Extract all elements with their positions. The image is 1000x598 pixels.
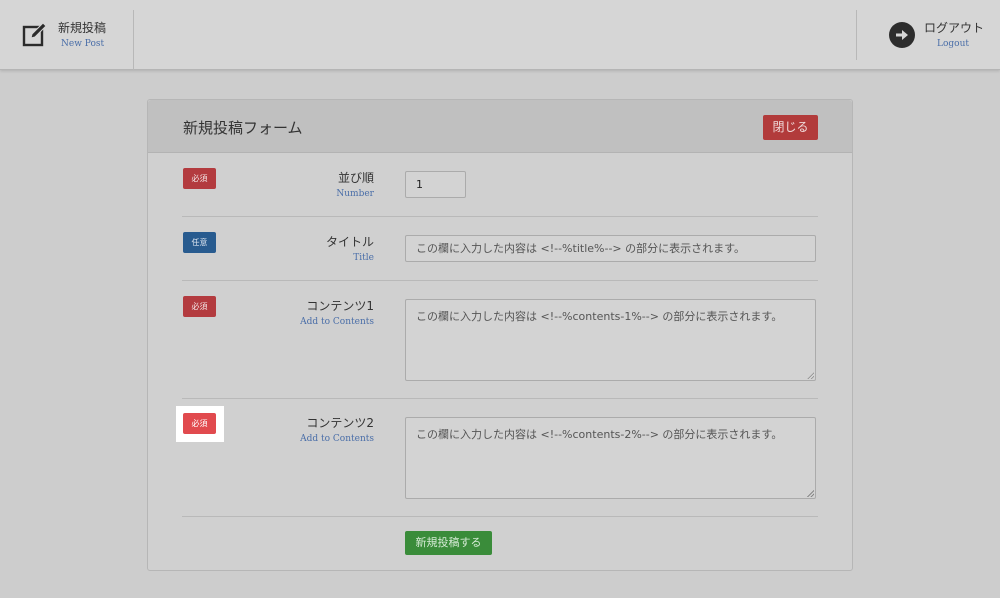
required-badge: 必須 [183, 168, 216, 189]
number-input[interactable]: 1 [405, 171, 466, 198]
field-sub-contents-2: Add to Contents [300, 434, 374, 444]
contents-1-placeholder: この欄に入力した内容は <!--%contents-1%--> の部分に表示され… [416, 310, 783, 323]
optional-badge: 任意 [183, 232, 216, 253]
divider [182, 280, 818, 281]
logout-title[interactable]: ログアウト [924, 19, 984, 36]
badge-highlight: 必須 [176, 406, 224, 442]
edit-icon [22, 22, 47, 47]
contents-1-textarea[interactable]: この欄に入力した内容は <!--%contents-1%--> の部分に表示され… [405, 299, 816, 381]
title-input[interactable]: この欄に入力した内容は <!--%title%--> の部分に表示されます。 [405, 235, 816, 262]
divider [182, 516, 818, 517]
field-label-contents-2: コンテンツ2 [306, 416, 374, 430]
divider [182, 216, 818, 217]
submit-button[interactable]: 新規投稿する [405, 531, 492, 555]
resize-handle[interactable] [807, 372, 814, 379]
arrow-right-circle-icon [889, 22, 915, 48]
field-sub-contents-1: Add to Contents [300, 317, 374, 327]
field-label-contents-1: コンテンツ1 [306, 299, 374, 313]
new-post-nav[interactable]: 新規投稿 New Post [0, 10, 134, 70]
field-label-number: 並び順 [337, 171, 374, 185]
new-post-form-panel: 新規投稿フォーム 閉じる 必須 並び順 Number 1 任意 タイトル Tit… [147, 99, 853, 571]
close-button[interactable]: 閉じる [763, 115, 818, 140]
panel-title: 新規投稿フォーム [183, 119, 303, 137]
required-badge: 必須 [183, 296, 216, 317]
divider [182, 398, 818, 399]
logout-sub[interactable]: Logout [937, 39, 969, 49]
contents-2-placeholder: この欄に入力した内容は <!--%contents-2%--> の部分に表示され… [416, 428, 783, 441]
field-sub-title: Title [353, 253, 374, 263]
required-badge: 必須 [183, 413, 216, 434]
new-post-sub[interactable]: New Post [61, 39, 104, 49]
resize-handle[interactable] [807, 490, 814, 497]
field-sub-number: Number [336, 189, 374, 199]
logout-nav[interactable]: ログアウト Logout [856, 10, 1000, 60]
new-post-title[interactable]: 新規投稿 [58, 19, 106, 36]
panel-header: 新規投稿フォーム 閉じる [148, 100, 852, 153]
field-label-title: タイトル [325, 235, 374, 249]
contents-2-textarea[interactable]: この欄に入力した内容は <!--%contents-2%--> の部分に表示され… [405, 417, 816, 499]
top-header: 新規投稿 New Post ログアウト Logout [0, 0, 1000, 70]
